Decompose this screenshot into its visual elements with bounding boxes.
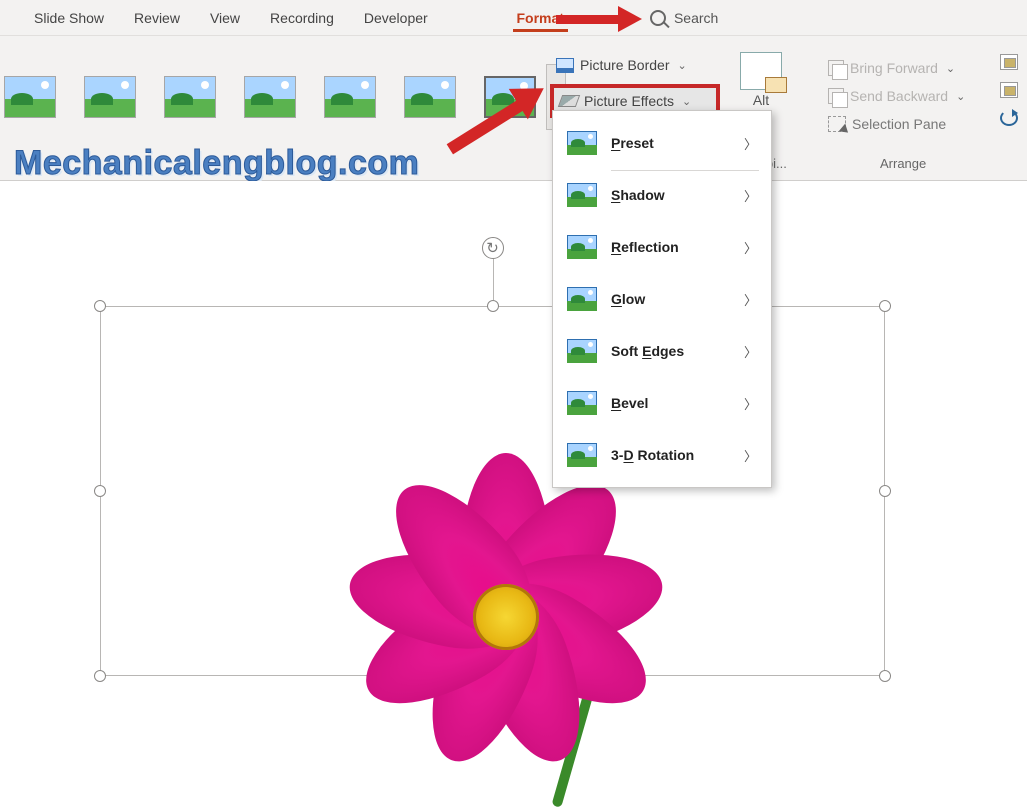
picture-border-button[interactable]: Picture Border ⌄ <box>550 52 720 78</box>
fx-label: Reflection <box>611 239 730 255</box>
soft-edges-icon <box>567 339 597 363</box>
search-box[interactable]: Search <box>650 10 718 26</box>
style-thumb[interactable] <box>4 76 56 118</box>
send-backward-label: Send Backward <box>850 88 948 104</box>
chevron-right-icon: 〉 <box>744 186 757 205</box>
group-icon[interactable] <box>1000 82 1018 98</box>
arrange-group: Bring Forward ⌄ Send Backward ⌄ Selectio… <box>824 54 1024 138</box>
tab-slide-show[interactable]: Slide Show <box>30 4 108 32</box>
selection-pane-icon <box>828 116 846 132</box>
rotate-icon[interactable] <box>1000 110 1018 126</box>
selection-pane-label: Selection Pane <box>852 116 946 132</box>
fx-label: Soft Edges <box>611 343 730 359</box>
resize-handle[interactable] <box>94 300 106 312</box>
rotation-handle[interactable] <box>482 237 504 259</box>
slide-canvas[interactable] <box>0 181 1027 587</box>
search-label: Search <box>674 10 718 26</box>
chevron-right-icon: 〉 <box>744 342 757 361</box>
chevron-down-icon: ⌄ <box>956 90 965 103</box>
style-thumb[interactable] <box>324 76 376 118</box>
resize-handle[interactable] <box>94 485 106 497</box>
rotation-stem <box>493 255 494 300</box>
fx-label: Bevel <box>611 395 730 411</box>
resize-handle[interactable] <box>94 670 106 682</box>
fx-item-shadow[interactable]: Shadow 〉 <box>553 169 771 221</box>
bring-forward-icon <box>828 60 844 76</box>
chevron-right-icon: 〉 <box>744 134 757 153</box>
alt-text-icon <box>740 52 782 90</box>
rotation-3d-icon <box>567 443 597 467</box>
alt-text-label-1: Alt <box>740 92 782 108</box>
fx-item-3d-rotation[interactable]: 3-D Rotation 〉 <box>553 429 771 481</box>
ribbon-tabs: Slide Show Review View Recording Develop… <box>0 0 1027 36</box>
flower-center <box>473 584 539 650</box>
send-backward-button[interactable]: Send Backward ⌄ <box>824 82 1024 110</box>
chevron-down-icon: ⌄ <box>682 95 691 108</box>
watermark-text: Mechanicalengblog.com <box>14 144 419 183</box>
fx-item-soft-edges[interactable]: Soft Edges 〉 <box>553 325 771 377</box>
chevron-down-icon: ⌄ <box>946 62 955 75</box>
bring-forward-button[interactable]: Bring Forward ⌄ <box>824 54 1024 82</box>
tab-review[interactable]: Review <box>130 4 184 32</box>
bevel-icon <box>567 391 597 415</box>
chevron-down-icon: ⌄ <box>677 59 686 72</box>
search-icon <box>650 10 666 26</box>
chevron-right-icon: 〉 <box>744 394 757 413</box>
arrange-extra-icons <box>1000 54 1018 138</box>
shadow-icon <box>567 183 597 207</box>
tab-recording[interactable]: Recording <box>266 4 338 32</box>
flower-image[interactable] <box>336 462 676 752</box>
picture-border-icon <box>556 58 574 73</box>
chevron-right-icon: 〉 <box>744 446 757 465</box>
resize-handle[interactable] <box>879 670 891 682</box>
picture-effects-icon <box>558 95 580 107</box>
fx-item-glow[interactable]: Glow 〉 <box>553 273 771 325</box>
picture-border-label: Picture Border <box>580 57 669 73</box>
send-backward-icon <box>828 88 844 104</box>
selection-pane-button[interactable]: Selection Pane <box>824 110 1024 138</box>
fx-item-preset[interactable]: Preset 〉 <box>553 117 771 169</box>
style-thumb[interactable] <box>244 76 296 118</box>
resize-handle[interactable] <box>879 300 891 312</box>
arrange-group-label: Arrange <box>880 156 926 171</box>
picture-effects-label: Picture Effects <box>584 93 674 109</box>
style-thumb[interactable] <box>84 76 136 118</box>
fx-label: Shadow <box>611 187 730 203</box>
chevron-right-icon: 〉 <box>744 238 757 257</box>
bring-forward-label: Bring Forward <box>850 60 938 76</box>
reflection-icon <box>567 235 597 259</box>
tab-developer[interactable]: Developer <box>360 4 432 32</box>
resize-handle[interactable] <box>879 485 891 497</box>
resize-handle[interactable] <box>487 300 499 312</box>
fx-label: Glow <box>611 291 730 307</box>
tab-view[interactable]: View <box>206 4 244 32</box>
fx-item-reflection[interactable]: Reflection 〉 <box>553 221 771 273</box>
fx-item-bevel[interactable]: Bevel 〉 <box>553 377 771 429</box>
annotation-arrow-to-format <box>556 6 646 32</box>
picture-effects-menu: Preset 〉 Shadow 〉 Reflection 〉 Glow 〉 So… <box>552 110 772 488</box>
glow-icon <box>567 287 597 311</box>
style-thumb[interactable] <box>164 76 216 118</box>
fx-label: Preset <box>611 135 730 151</box>
preset-icon <box>567 131 597 155</box>
fx-label: 3-D Rotation <box>611 447 730 463</box>
align-icon[interactable] <box>1000 54 1018 70</box>
chevron-right-icon: 〉 <box>744 290 757 309</box>
